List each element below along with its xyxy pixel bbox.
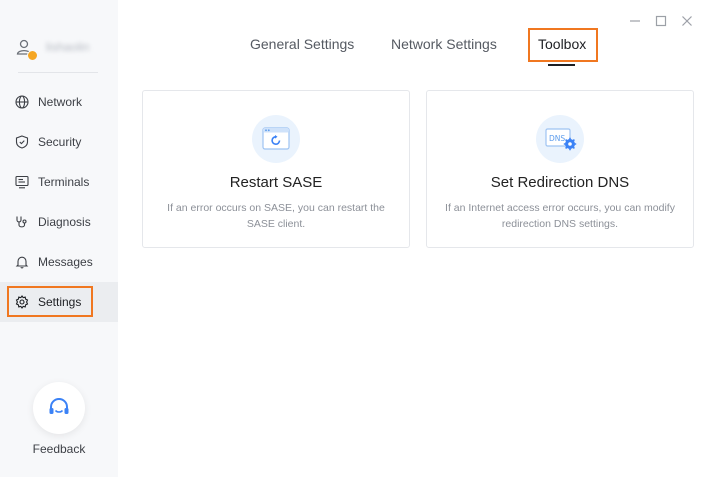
dns-icon-text: DNS <box>549 134 565 143</box>
sidebar-item-terminals[interactable]: Terminals <box>0 162 118 202</box>
sidebar-item-label: Network <box>38 95 83 109</box>
headset-icon <box>49 397 69 414</box>
sidebar-item-security[interactable]: Security <box>0 122 118 162</box>
card-description: If an Internet access error occurs, you … <box>445 202 675 230</box>
sidebar-item-settings[interactable]: Settings <box>0 282 118 322</box>
gear-icon <box>14 294 30 310</box>
tab-network-settings[interactable]: Network Settings <box>391 36 497 52</box>
sidebar-divider <box>18 72 98 73</box>
feedback-button[interactable]: Feedback <box>0 382 118 456</box>
sidebar-item-network[interactable]: Network <box>0 82 118 122</box>
tab-general-settings[interactable]: General Settings <box>250 36 354 52</box>
tab-toolbox[interactable]: Toolbox <box>538 36 586 52</box>
maximize-button[interactable] <box>654 14 668 28</box>
bell-icon <box>14 254 30 270</box>
sidebar-item-label: Terminals <box>38 175 90 189</box>
minimize-icon <box>630 20 640 22</box>
sidebar-item-messages[interactable]: Messages <box>0 242 118 282</box>
sidebar-item-diagnosis[interactable]: Diagnosis <box>0 202 118 242</box>
terminal-icon <box>14 174 30 190</box>
set-redirection-dns-card[interactable]: DNS Set Redirection DNS If an Internet a… <box>426 90 694 248</box>
sidebar-item-label: Diagnosis <box>38 215 91 229</box>
active-tab-indicator <box>548 64 575 66</box>
sidebar-item-label: Settings <box>38 295 82 309</box>
stethoscope-icon <box>14 214 30 230</box>
sidebar: lishaolin Network Security Terminals Dia… <box>0 0 118 477</box>
window-controls <box>628 14 694 28</box>
dns-settings-icon: DNS <box>536 115 584 163</box>
card-description: If an error occurs on SASE, you can rest… <box>167 202 385 230</box>
card-title: Restart SASE <box>229 174 323 191</box>
card-title: Set Redirection DNS <box>490 174 630 191</box>
globe-icon <box>14 94 30 110</box>
shield-icon <box>14 134 30 150</box>
settings-tabs: General Settings Network Settings Toolbo… <box>0 36 716 62</box>
close-icon <box>682 16 692 26</box>
feedback-label: Feedback <box>32 442 86 456</box>
sidebar-item-label: Security <box>38 135 82 149</box>
close-button[interactable] <box>680 14 694 28</box>
sidebar-item-label: Messages <box>38 255 93 269</box>
feedback-circle[interactable] <box>33 382 85 434</box>
restart-sase-card[interactable]: Restart SASE If an error occurs on SASE,… <box>142 90 410 248</box>
restart-window-icon <box>252 115 300 163</box>
maximize-icon <box>655 15 667 27</box>
minimize-button[interactable] <box>628 14 642 28</box>
